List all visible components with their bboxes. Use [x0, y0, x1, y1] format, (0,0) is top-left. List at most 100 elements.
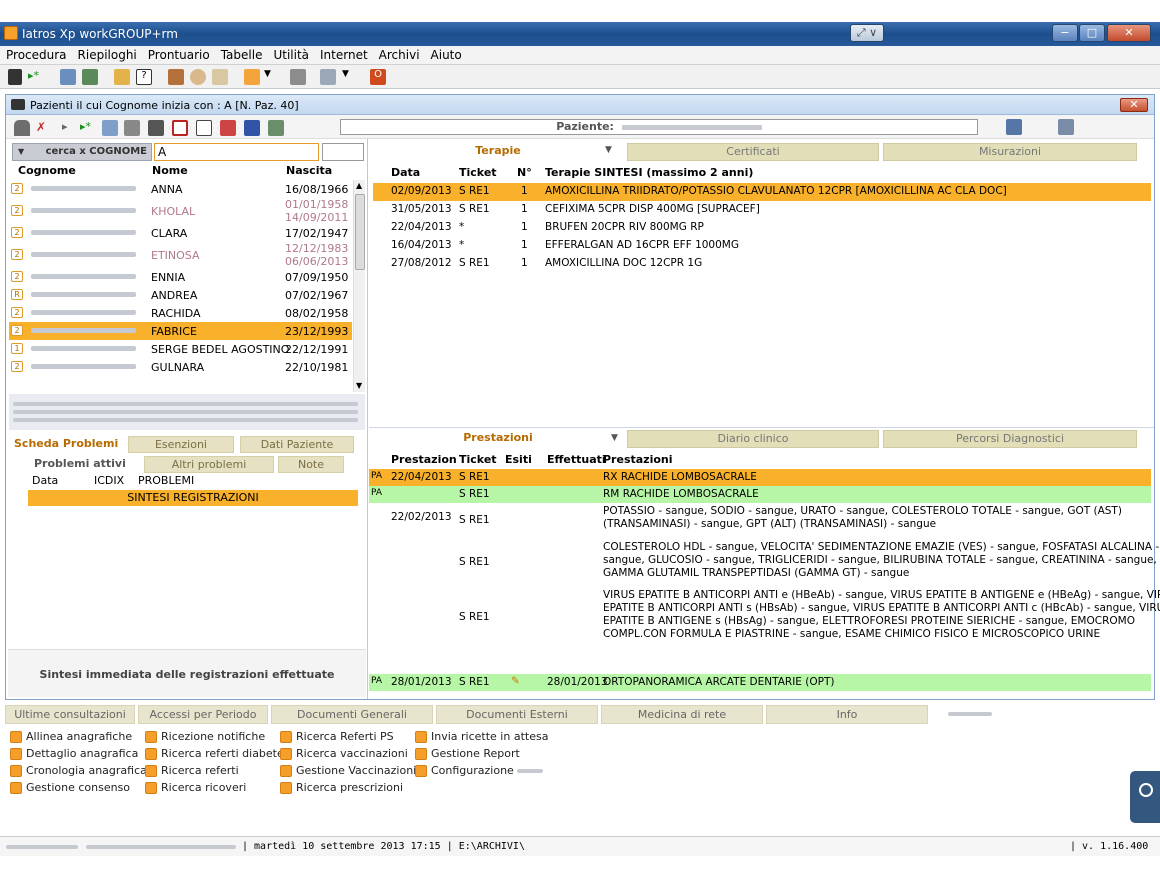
binoculars-icon[interactable]: [8, 69, 22, 85]
play-icon[interactable]: ▸: [62, 120, 78, 136]
patient-row[interactable]: 2 RACHIDA 08/02/1958: [9, 304, 352, 322]
tab-note[interactable]: Note: [278, 456, 344, 473]
tab-documenti-generali[interactable]: Documenti Generali: [271, 705, 433, 724]
patient-row[interactable]: 2 ETINOSA 12/12/1983 06/06/2013: [9, 242, 352, 268]
maximize-button[interactable]: □: [1079, 24, 1105, 42]
scrollbar-thumb[interactable]: [355, 194, 365, 270]
menu-internet[interactable]: Internet: [314, 46, 373, 62]
patient-row[interactable]: 2 KHOLAL 01/01/1958 14/09/2011: [9, 198, 352, 224]
terapie-dropdown-icon[interactable]: ▼: [605, 145, 612, 155]
problem-row-selected[interactable]: SINTESI REGISTRAZIONI: [28, 490, 358, 506]
menu-tabelle[interactable]: Tabelle: [215, 46, 268, 62]
tab-altri-problemi[interactable]: Altri problemi: [144, 456, 274, 473]
star-icon[interactable]: [244, 69, 260, 85]
quick-link[interactable]: Ricerca prescrizioni: [280, 781, 410, 796]
quick-link[interactable]: Ricerca referti diabete: [145, 747, 284, 762]
tab-ultime-consultazioni[interactable]: Ultime consultazioni: [5, 705, 135, 724]
menu-utilita[interactable]: Utilità: [267, 46, 314, 62]
patients-window-close-button[interactable]: ✕: [1120, 98, 1148, 112]
next-icon[interactable]: ▸*: [28, 69, 44, 85]
patient-row[interactable]: 2 ENNIA 07/09/1950: [9, 268, 352, 286]
patient-card-icon[interactable]: [1006, 119, 1022, 135]
calendar-icon[interactable]: [212, 69, 228, 85]
tab-prestazioni[interactable]: Prestazioni: [453, 430, 543, 448]
window-icon[interactable]: [172, 120, 188, 136]
therapy-row[interactable]: 22/04/2013 * 1 BRUFEN 20CPR RIV 800MG RP: [373, 219, 1151, 237]
esito-pencil-icon[interactable]: ✎: [511, 675, 520, 687]
patient-row[interactable]: 2 ANNA 16/08/1966: [9, 180, 352, 198]
print-icon[interactable]: [124, 120, 140, 136]
image-icon[interactable]: [268, 120, 284, 136]
prestazione-row[interactable]: PA 22/04/2013 S RE1 RX RACHIDE LOMBOSACRALE: [369, 469, 1151, 486]
folder-icon[interactable]: [114, 69, 130, 85]
col-nascita[interactable]: Nascita: [286, 164, 332, 177]
quick-link[interactable]: Dettaglio anagrafica: [10, 747, 140, 762]
close-button[interactable]: ✕: [1107, 24, 1151, 42]
prestazione-row[interactable]: S RE1 VIRUS EPATITE B ANTICORPI ANTI e (H…: [369, 587, 1160, 647]
menu-archivi[interactable]: Archivi: [373, 46, 425, 62]
table-icon[interactable]: [196, 120, 212, 136]
extra-window-controls[interactable]: ⤢ ∨: [850, 24, 884, 42]
prestazione-row[interactable]: 22/02/2013 S RE1 POTASSIO - sangue, SODIO …: [369, 503, 1151, 537]
quick-link[interactable]: Gestione Vaccinazioni: [280, 764, 416, 779]
tab-info[interactable]: Info: [766, 705, 928, 724]
search-extra-input[interactable]: [322, 143, 364, 161]
therapy-row[interactable]: 27/08/2012 S RE1 1 AMOXICILLINA DOC 12CPR 1…: [373, 255, 1151, 273]
menu-prontuario[interactable]: Prontuario: [142, 46, 215, 62]
power-icon[interactable]: O: [370, 69, 386, 85]
box-icon[interactable]: [168, 69, 184, 85]
next-record-icon[interactable]: ▸*: [80, 120, 96, 136]
tab-medicina-di-rete[interactable]: Medicina di rete: [601, 705, 763, 724]
menu-aiuto[interactable]: Aiuto: [425, 46, 467, 62]
quick-link[interactable]: Ricezione notifiche: [145, 730, 275, 745]
network-icon[interactable]: [320, 69, 336, 85]
quick-link[interactable]: Cronologia anagrafica: [10, 764, 147, 779]
col-nome[interactable]: Nome: [152, 164, 188, 177]
chart-down-icon[interactable]: [244, 120, 260, 136]
patient-row[interactable]: 2 CLARA 17/02/1947: [9, 224, 352, 242]
minimize-button[interactable]: −: [1052, 24, 1078, 42]
quick-link[interactable]: Allinea anagrafiche: [10, 730, 140, 745]
globe-icon[interactable]: [190, 69, 206, 85]
home-icon[interactable]: [14, 120, 30, 136]
tab-dati-paziente[interactable]: Dati Paziente: [240, 436, 354, 453]
menu-riepiloghi[interactable]: Riepiloghi: [72, 46, 142, 62]
patient-row[interactable]: 2 FABRICE 23/12/1993: [9, 322, 352, 340]
therapy-row[interactable]: 02/09/2013 S RE1 1 AMOXICILLINA TRIIDRATO/P…: [373, 183, 1151, 201]
prestazione-row[interactable]: PA S RE1 RM RACHIDE LOMBOSACRALE: [369, 486, 1151, 503]
tab-certificati[interactable]: Certificati: [627, 143, 879, 161]
quick-link[interactable]: Ricerca vaccinazioni: [280, 747, 410, 762]
grid-icon[interactable]: [148, 120, 164, 136]
help-icon[interactable]: ?: [136, 69, 152, 85]
menu-procedura[interactable]: Procedura: [0, 46, 72, 62]
col-cognome[interactable]: Cognome: [18, 164, 76, 177]
report-icon[interactable]: [220, 120, 236, 136]
tab-esenzioni[interactable]: Esenzioni: [128, 436, 234, 453]
patient-row[interactable]: 1 SERGE BEDEL AGOSTINO 22/12/1991: [9, 340, 352, 358]
quick-link[interactable]: Ricerca referti: [145, 764, 275, 779]
tab-misurazioni[interactable]: Misurazioni: [883, 143, 1137, 161]
dropdown-arrow2-icon[interactable]: ▼: [342, 69, 358, 85]
remote-support-icon[interactable]: [1130, 771, 1160, 823]
quick-link[interactable]: Gestione Report: [415, 747, 545, 762]
dropdown-arrow-icon[interactable]: ▼: [264, 69, 280, 85]
tab-percorsi-diagnostici[interactable]: Percorsi Diagnostici: [883, 430, 1137, 448]
quick-link[interactable]: Configurazione: [415, 764, 545, 779]
prestazione-row[interactable]: PA 28/01/2013 S RE1 28/01/2013 ORTOPANORAMIC…: [369, 674, 1151, 691]
import-icon[interactable]: [60, 69, 76, 85]
new-patient-icon[interactable]: [102, 120, 118, 136]
document-icon[interactable]: [290, 69, 306, 85]
search-input[interactable]: A: [154, 143, 319, 161]
quick-link[interactable]: Invia ricette in attesa: [415, 730, 548, 745]
monitor-icon[interactable]: [82, 69, 98, 85]
tab-scheda-problemi[interactable]: Scheda Problemi: [14, 437, 118, 450]
quick-link[interactable]: Gestione consenso: [10, 781, 140, 796]
quick-link[interactable]: Ricerca ricoveri: [145, 781, 275, 796]
delete-icon[interactable]: ✗: [36, 120, 52, 136]
tab-terapie[interactable]: Terapie: [453, 143, 543, 161]
search-mode-dropdown[interactable]: ▼ cerca x COGNOME: [12, 143, 152, 161]
tab-accessi-per-periodo[interactable]: Accessi per Periodo: [138, 705, 268, 724]
clipboard-icon[interactable]: [1058, 119, 1074, 135]
patient-row[interactable]: R ANDREA 07/02/1967: [9, 286, 352, 304]
patient-row[interactable]: 2 GULNARA 22/10/1981: [9, 358, 352, 376]
